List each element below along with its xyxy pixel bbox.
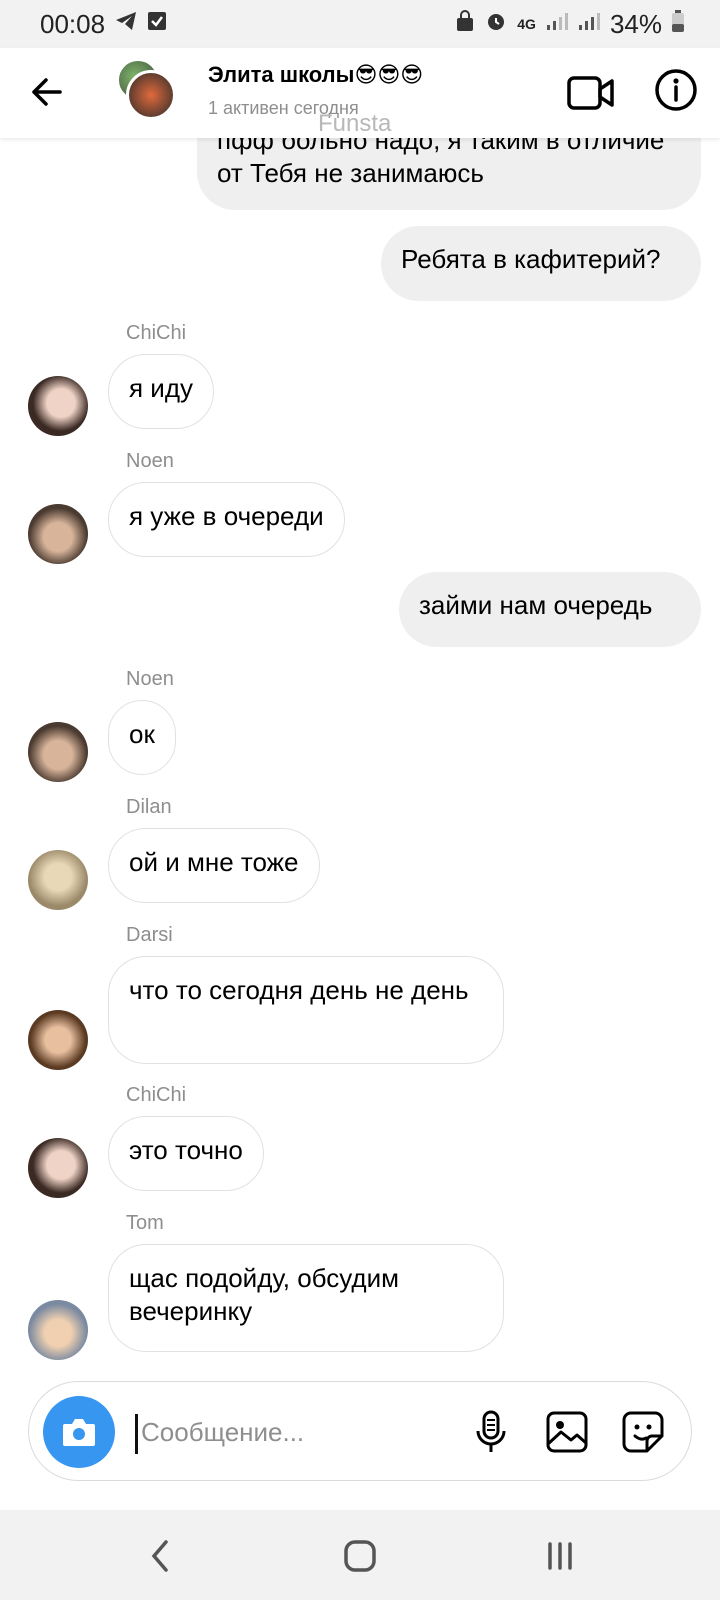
voice-message-button[interactable] [467, 1408, 515, 1456]
alarm-icon [485, 10, 507, 38]
incoming-message[interactable]: ой и мне тоже [108, 828, 320, 903]
incoming-message[interactable]: я иду [108, 354, 214, 429]
avatar[interactable] [28, 1010, 88, 1070]
back-arrow-icon [32, 78, 62, 106]
avatar[interactable] [28, 722, 88, 782]
camera-icon [63, 1419, 95, 1446]
sender-name: Darsi [126, 924, 173, 946]
message-text: это точно [129, 1135, 243, 1165]
nav-recents-button[interactable] [540, 1536, 580, 1576]
battery-percent: 34% [609, 8, 662, 39]
sender-name: Noen [126, 668, 174, 690]
incoming-message[interactable]: это точно [108, 1116, 264, 1191]
info-icon [655, 69, 697, 111]
incoming-message[interactable]: что то сегодня день не день [108, 956, 504, 1064]
signal-strength-2-icon [578, 11, 600, 37]
status-time: 00:08 [40, 8, 106, 39]
camera-button[interactable] [43, 1396, 115, 1468]
sender-name: Tom [126, 1212, 164, 1234]
avatar[interactable] [28, 376, 88, 436]
nav-home-button[interactable] [340, 1536, 380, 1576]
sticker-button[interactable] [619, 1408, 667, 1456]
checkbox-notification-icon [147, 11, 167, 37]
signal-strength-icon [546, 11, 568, 37]
home-icon [344, 1540, 376, 1572]
system-navigation-bar [0, 1510, 720, 1600]
avatar[interactable] [28, 1138, 88, 1198]
message-list[interactable]: пфф больно надо, я таким в отличие от Те… [0, 138, 720, 1366]
battery-icon [672, 10, 684, 38]
nav-back-button[interactable] [142, 1536, 178, 1576]
gallery-button[interactable] [543, 1408, 591, 1456]
video-camera-icon [567, 76, 614, 110]
outgoing-message[interactable]: пфф больно надо, я таким в отличие от Те… [197, 138, 701, 210]
avatar[interactable] [28, 850, 88, 910]
message-text: Ребята в кафитерий? [401, 244, 661, 274]
chevron-left-icon [151, 1540, 168, 1572]
message-text: что то сегодня день не день [129, 975, 469, 1005]
network-type-icon: 4G [517, 16, 536, 32]
lock-recycle-icon [455, 10, 475, 38]
sender-name: Noen [126, 450, 174, 472]
incoming-message[interactable]: щас подойду, обсудим вечеринку [108, 1244, 504, 1352]
message-input[interactable] [141, 1410, 461, 1454]
sender-name: ChiChi [126, 1084, 187, 1106]
group-avatar[interactable] [116, 58, 178, 120]
group-avatar-front [126, 70, 176, 120]
watermark: Funsta [318, 110, 392, 137]
message-text: щас подойду, обсудим вечеринку [129, 1263, 399, 1326]
outgoing-message[interactable]: Ребята в кафитерий? [381, 226, 701, 301]
message-text: я уже в очереди [129, 501, 324, 531]
back-button[interactable] [26, 68, 74, 116]
message-composer [28, 1381, 692, 1481]
incoming-message[interactable]: ок [108, 700, 176, 775]
sender-name: Dilan [126, 796, 172, 818]
gallery-icon [546, 1411, 588, 1453]
message-text: ой и мне тоже [129, 847, 299, 877]
message-text: пфф больно надо, я таким в отличие от Те… [217, 138, 665, 188]
sticker-icon [622, 1411, 664, 1453]
avatar[interactable] [28, 1300, 88, 1360]
microphone-icon [476, 1410, 506, 1452]
info-button[interactable] [652, 66, 700, 114]
avatar[interactable] [28, 504, 88, 564]
video-call-button[interactable] [566, 68, 616, 118]
chat-title[interactable]: Элита школы😎😎😎 [208, 62, 423, 88]
telegram-icon [115, 11, 137, 37]
chat-header: Элита школы😎😎😎 1 активен сегодня Funsta [0, 48, 720, 138]
status-bar: 00:08 4G 34% [0, 0, 720, 48]
recents-icon [548, 1542, 572, 1570]
message-text: я иду [129, 373, 193, 403]
text-cursor [135, 1414, 138, 1454]
status-right: 4G 34% [455, 9, 684, 40]
message-text: займи нам очередь [419, 590, 653, 620]
outgoing-message[interactable]: займи нам очередь [399, 572, 701, 647]
sender-name: ChiChi [126, 322, 187, 344]
incoming-message[interactable]: я уже в очереди [108, 482, 345, 557]
message-text: ок [129, 719, 155, 749]
